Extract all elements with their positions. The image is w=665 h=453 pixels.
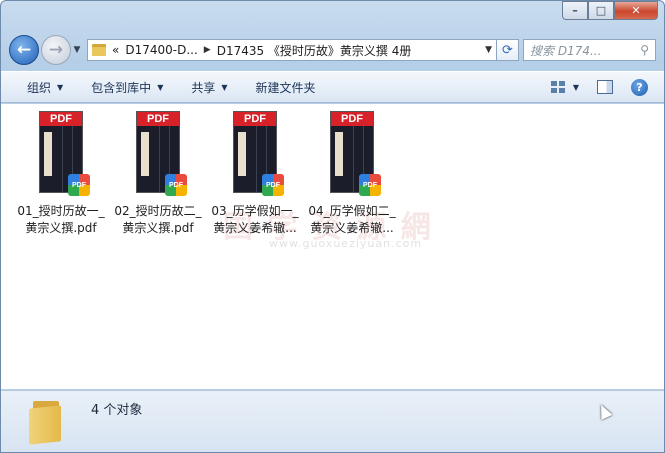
pdf-app-icon: PDF bbox=[262, 174, 284, 196]
chevron-down-icon: ▼ bbox=[57, 82, 64, 92]
new-folder-label: 新建文件夹 bbox=[255, 80, 316, 95]
pdf-label: PDF bbox=[234, 112, 276, 126]
organize-menu[interactable]: 组织 ▼ bbox=[11, 79, 75, 96]
watermark-url: www.guoxueziyuan.com bbox=[269, 237, 423, 250]
address-bar[interactable]: « D17400-D... ▶ D17435 《授时历故》黄宗义撰 4册 ▼ bbox=[87, 39, 497, 61]
file-item[interactable]: PDF PDF 02_授时历故二_ 黄宗义撰.pdf bbox=[110, 111, 206, 237]
recent-pages-dropdown[interactable]: ▼ bbox=[71, 45, 83, 55]
pdf-thumbnail: PDF PDF bbox=[39, 111, 90, 196]
breadcrumb-overflow[interactable]: « bbox=[112, 43, 119, 57]
share-label: 共享 bbox=[191, 80, 216, 95]
file-name-line1: 03_历学假如一_ bbox=[211, 204, 299, 218]
breadcrumb-item-current[interactable]: D17435 《授时历故》黄宗义撰 4册 bbox=[217, 42, 412, 59]
pdf-label: PDF bbox=[137, 112, 179, 126]
new-folder-button[interactable]: 新建文件夹 bbox=[240, 79, 328, 96]
search-icon: ⚲ bbox=[640, 43, 649, 57]
forward-button[interactable]: → bbox=[41, 35, 71, 65]
address-row: ← → ▼ « D17400-D... ▶ D17435 《授时历故》黄宗义撰 … bbox=[9, 34, 656, 66]
organize-label: 组织 bbox=[27, 80, 52, 95]
address-dropdown-icon[interactable]: ▼ bbox=[485, 45, 496, 55]
mouse-cursor-icon bbox=[595, 402, 613, 420]
pdf-thumbnail: PDF PDF bbox=[233, 111, 284, 196]
breadcrumb-item-parent[interactable]: D17400-D... bbox=[125, 43, 197, 57]
file-item[interactable]: PDF PDF 04_历学假如二_ 黄宗义姜希辙... bbox=[304, 111, 400, 237]
command-bar: 组织 ▼ 包含到库中 ▼ 共享 ▼ 新建文件夹 ▼ ? bbox=[1, 71, 664, 103]
share-menu[interactable]: 共享 ▼ bbox=[175, 79, 239, 96]
file-name-line2: 黄宗义姜希辙... bbox=[213, 221, 297, 235]
search-input[interactable]: 搜索 D174... ⚲ bbox=[523, 39, 656, 61]
help-icon[interactable]: ? bbox=[631, 78, 648, 96]
item-count: 4 个对象 bbox=[91, 403, 143, 418]
chevron-down-icon: ▼ bbox=[572, 82, 579, 92]
file-name-line2: 黄宗义撰.pdf bbox=[25, 221, 97, 235]
file-name-line2: 黄宗义撰.pdf bbox=[122, 221, 194, 235]
pdf-app-icon: PDF bbox=[359, 174, 381, 196]
pdf-thumbnail: PDF PDF bbox=[136, 111, 187, 196]
file-item[interactable]: PDF PDF 01_授时历故一_ 黄宗义撰.pdf bbox=[13, 111, 109, 237]
pdf-label: PDF bbox=[331, 112, 373, 126]
back-button[interactable]: ← bbox=[9, 35, 39, 65]
folder-icon bbox=[92, 44, 106, 56]
chevron-down-icon: ▼ bbox=[221, 82, 228, 92]
change-view-button[interactable]: ▼ bbox=[550, 81, 579, 93]
pdf-thumbnail: PDF PDF bbox=[330, 111, 381, 196]
maximize-button[interactable]: □ bbox=[588, 1, 614, 20]
minimize-button[interactable]: – bbox=[562, 1, 588, 20]
chevron-down-icon: ▼ bbox=[157, 82, 164, 92]
explorer-window: – □ ✕ ← → ▼ « D17400-D... ▶ D17435 《授时历故… bbox=[0, 0, 665, 453]
include-in-library-menu[interactable]: 包含到库中 ▼ bbox=[75, 79, 175, 96]
include-label: 包含到库中 bbox=[91, 80, 152, 95]
pdf-app-icon: PDF bbox=[68, 174, 90, 196]
close-button[interactable]: ✕ bbox=[614, 1, 658, 20]
file-name-line1: 04_历学假如二_ bbox=[308, 204, 396, 218]
toolbar-right: ▼ ? bbox=[550, 78, 664, 96]
window-controls: – □ ✕ bbox=[562, 1, 658, 20]
refresh-button[interactable]: ⟳ bbox=[497, 39, 519, 61]
details-pane: 4 个对象 bbox=[1, 390, 664, 452]
folder-icon bbox=[29, 399, 65, 445]
search-placeholder: 搜索 D174... bbox=[530, 43, 602, 58]
preview-pane-icon[interactable] bbox=[597, 80, 613, 94]
file-name-line1: 02_授时历故二_ bbox=[114, 204, 202, 218]
file-name-line2: 黄宗义姜希辙... bbox=[310, 221, 394, 235]
pdf-label: PDF bbox=[40, 112, 82, 126]
file-name-line1: 01_授时历故一_ bbox=[17, 204, 105, 218]
pdf-app-icon: PDF bbox=[165, 174, 187, 196]
view-icon bbox=[550, 81, 565, 93]
breadcrumb-separator-icon[interactable]: ▶ bbox=[204, 45, 211, 55]
file-list: 国 学 资 源 網 www.guoxueziyuan.com PDF PDF 0… bbox=[1, 104, 664, 389]
file-item[interactable]: PDF PDF 03_历学假如一_ 黄宗义姜希辙... bbox=[207, 111, 303, 237]
